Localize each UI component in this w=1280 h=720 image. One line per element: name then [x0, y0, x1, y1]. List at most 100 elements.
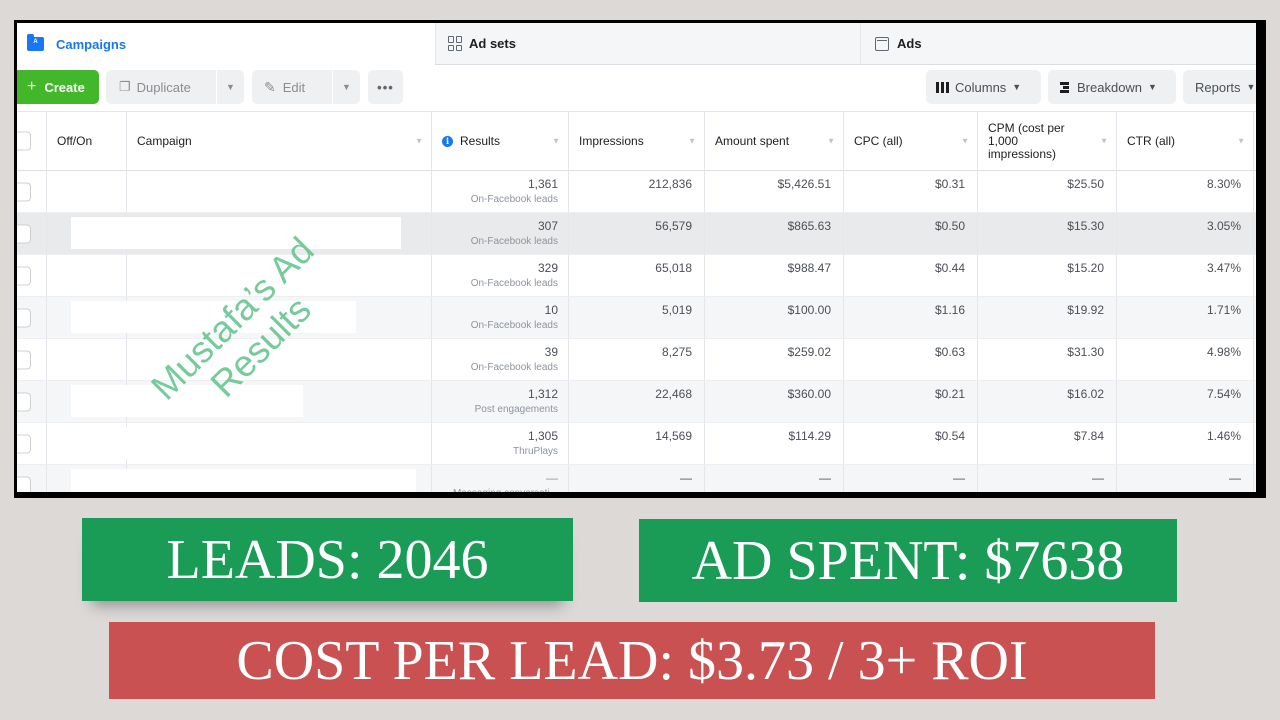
- header-impressions[interactable]: Impressions ▼: [569, 112, 705, 170]
- info-icon[interactable]: i: [442, 135, 453, 147]
- create-button[interactable]: + Create: [17, 70, 99, 104]
- header-campaign[interactable]: Campaign ▼: [127, 112, 432, 170]
- row-select-cell: [17, 339, 47, 380]
- sort-icon[interactable]: ▼: [552, 137, 560, 146]
- result-type: On-Facebook leads: [470, 236, 558, 247]
- row-checkbox[interactable]: [17, 434, 31, 453]
- cpc-cell: $0.21: [844, 381, 978, 422]
- results-cell: 39 On-Facebook leads: [432, 339, 569, 380]
- leads-banner: LEADS: 2046: [82, 518, 573, 601]
- sort-icon[interactable]: ▼: [1100, 137, 1108, 146]
- row-checkbox[interactable]: [17, 224, 31, 243]
- ad-sets-grid-icon: [448, 36, 463, 51]
- cpc-cell: $0.50: [844, 213, 978, 254]
- row-select-cell: [17, 381, 47, 422]
- results-value: 10: [544, 303, 558, 317]
- tab-ad-sets-label: Ad sets: [469, 36, 516, 51]
- more-icon: •••: [377, 79, 394, 95]
- row-checkbox[interactable]: [17, 392, 31, 411]
- breakdown-button[interactable]: Breakdown ▼: [1048, 70, 1176, 104]
- columns-button[interactable]: Columns ▼: [926, 70, 1041, 104]
- impressions-cell: —: [569, 465, 705, 492]
- impressions-cell: 5,019: [569, 297, 705, 338]
- amount-spent-cell: $360.00: [705, 381, 844, 422]
- table-row[interactable]: 39 On-Facebook leads 8,275 $259.02 $0.63 $31.…: [17, 339, 1256, 381]
- ctr-cell: 8.30%: [1117, 171, 1254, 212]
- header-cpm[interactable]: CPM (cost per 1,000 impressions) ▼: [978, 112, 1117, 170]
- result-type: On-Facebook leads: [470, 278, 558, 289]
- pencil-icon: ✎: [264, 78, 276, 95]
- duplicate-dropdown-button[interactable]: ▼: [217, 70, 244, 104]
- results-value: 329: [537, 261, 558, 275]
- row-checkbox[interactable]: [17, 350, 31, 369]
- campaign-name-cell[interactable]: [127, 255, 432, 296]
- duplicate-button[interactable]: ❐ Duplicate: [106, 70, 216, 104]
- more-options-button[interactable]: •••: [368, 70, 403, 104]
- row-toggle-cell[interactable]: [47, 339, 127, 380]
- select-all-checkbox[interactable]: [17, 131, 31, 151]
- cpc-cell: $0.31: [844, 171, 978, 212]
- ctr-cell: 3.47%: [1117, 255, 1254, 296]
- row-toggle-cell[interactable]: [47, 171, 127, 212]
- amount-spent-cell: $865.63: [705, 213, 844, 254]
- row-select-cell: [17, 255, 47, 296]
- sort-icon[interactable]: ▼: [827, 137, 835, 146]
- campaign-name-cell[interactable]: [127, 171, 432, 212]
- edit-dropdown-button[interactable]: ▼: [333, 70, 360, 104]
- row-checkbox[interactable]: [17, 308, 31, 327]
- tab-ad-sets[interactable]: Ad sets: [435, 23, 860, 65]
- results-cell: 1,312 Post engagements: [432, 381, 569, 422]
- table-row[interactable]: 1,305 ThruPlays 14,569 $114.29 $0.54 $7.84 1.4…: [17, 423, 1256, 465]
- header-off-on[interactable]: Off/On: [47, 112, 127, 170]
- result-type: Post engagements: [474, 404, 558, 415]
- row-checkbox[interactable]: [17, 476, 31, 492]
- ctr-cell: 4.98%: [1117, 339, 1254, 380]
- redaction-block: [71, 385, 303, 417]
- edit-button[interactable]: ✎ Edit: [252, 70, 332, 104]
- redaction-block: [71, 427, 401, 459]
- row-checkbox[interactable]: [17, 182, 31, 201]
- table-row[interactable]: 10 On-Facebook leads 5,019 $100.00 $1.16 $19.…: [17, 297, 1256, 339]
- sort-icon[interactable]: ▼: [961, 137, 969, 146]
- result-type: On-Facebook leads: [470, 320, 558, 331]
- ctr-cell: 1.71%: [1117, 297, 1254, 338]
- tab-campaigns[interactable]: A Campaigns: [17, 23, 435, 65]
- redaction-block: [71, 469, 416, 492]
- campaign-name-cell[interactable]: [127, 339, 432, 380]
- table-row[interactable]: 1,361 On-Facebook leads 212,836 $5,426.51 $0…: [17, 171, 1256, 213]
- results-value: 1,361: [527, 177, 558, 191]
- result-type: Messaging conversati...: [432, 488, 558, 492]
- sort-icon[interactable]: ▼: [415, 137, 423, 146]
- header-cpc[interactable]: CPC (all) ▼: [844, 112, 978, 170]
- table-row[interactable]: 307 On-Facebook leads 56,579 $865.63 $0.50 $1…: [17, 213, 1256, 255]
- results-cell: 10 On-Facebook leads: [432, 297, 569, 338]
- tab-ads-label: Ads: [897, 36, 922, 51]
- table-row[interactable]: —Messaging conversati...—————: [17, 465, 1256, 492]
- sort-icon[interactable]: ▼: [688, 137, 696, 146]
- screenshot-frame: A Campaigns Ad sets Ads + Create ❐ Dupli…: [14, 20, 1266, 498]
- ctr-cell: 3.05%: [1117, 213, 1254, 254]
- result-type: On-Facebook leads: [470, 362, 558, 373]
- cpc-cell: $0.44: [844, 255, 978, 296]
- amount-spent-cell: $259.02: [705, 339, 844, 380]
- tab-ads[interactable]: Ads: [860, 23, 1256, 65]
- reports-button[interactable]: Reports ▼: [1183, 70, 1256, 104]
- cpc-cell: —: [844, 465, 978, 492]
- table-header: Off/On Campaign ▼ i Results ▼ Impressions ▼ …: [17, 111, 1256, 171]
- tab-campaigns-label: Campaigns: [56, 36, 127, 52]
- table-row[interactable]: 1,312 Post engagements 22,468 $360.00 $0.21 $…: [17, 381, 1256, 423]
- header-amount-spent[interactable]: Amount spent ▼: [705, 112, 844, 170]
- row-select-cell: [17, 423, 47, 464]
- level-tabs: A Campaigns Ad sets Ads: [17, 23, 1256, 65]
- cpm-cell: $19.92: [978, 297, 1117, 338]
- row-toggle-cell[interactable]: [47, 255, 127, 296]
- header-results[interactable]: i Results ▼: [432, 112, 569, 170]
- impressions-cell: 65,018: [569, 255, 705, 296]
- header-ctr[interactable]: CTR (all) ▼: [1117, 112, 1254, 170]
- select-all-cell: [17, 112, 47, 170]
- campaign-folder-icon: A: [27, 34, 44, 51]
- caret-down-icon: ▼: [342, 82, 351, 92]
- row-checkbox[interactable]: [17, 266, 31, 285]
- sort-icon[interactable]: ▼: [1237, 137, 1245, 146]
- table-row[interactable]: 329 On-Facebook leads 65,018 $988.47 $0.44 $1…: [17, 255, 1256, 297]
